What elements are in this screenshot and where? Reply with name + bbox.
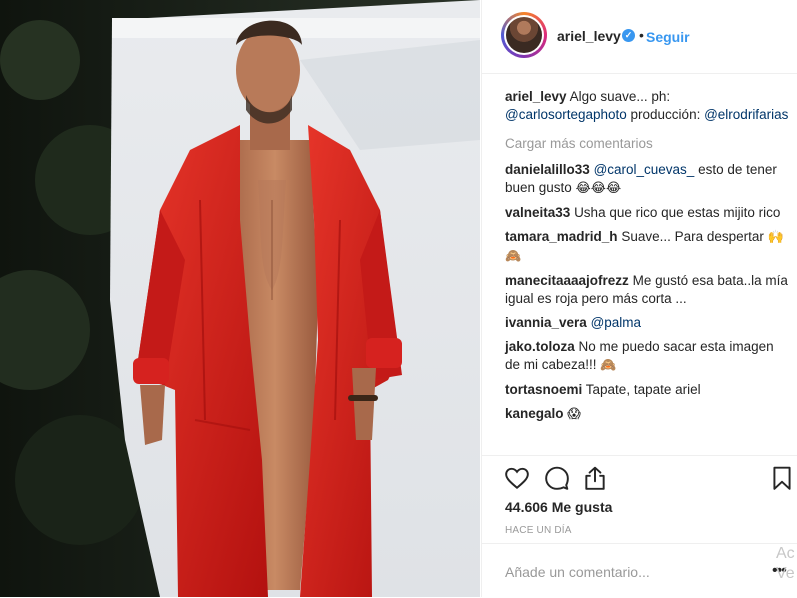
comments-list: ariel_levy Algo suave... ph: @carlosorte… — [505, 88, 790, 430]
separator-dot: • — [639, 27, 644, 43]
load-more-comments-button[interactable]: Cargar más comentarios — [505, 135, 790, 153]
post-sidebar: ariel_levy ✓ • Seguir ariel_levy Algo su… — [481, 0, 797, 597]
action-bar — [482, 455, 797, 496]
comment-username[interactable]: danielalillo33 — [505, 162, 590, 177]
post-image — [0, 0, 480, 597]
post-photo[interactable] — [0, 0, 480, 597]
caption-mention-1[interactable]: @carlosortegaphoto — [505, 107, 627, 122]
comment-username[interactable]: ivannia_vera — [505, 315, 587, 330]
list-item: manecitaaaajofrezz Me gustó esa bata..la… — [505, 272, 790, 308]
heart-icon[interactable] — [504, 465, 530, 491]
comment-username[interactable]: kanegalo — [505, 406, 564, 421]
list-item: valneita33 Usha que rico que estas mijit… — [505, 204, 790, 222]
post-timestamp[interactable]: HACE UN DÍA — [505, 525, 572, 536]
avatar[interactable] — [501, 12, 547, 58]
list-item: ivannia_vera @palma — [505, 314, 790, 332]
comment-emoji: 😂😂😂 — [575, 181, 622, 196]
comment-mention[interactable]: @carol_cuevas_ — [594, 162, 695, 177]
post-header: ariel_levy ✓ • Seguir — [482, 0, 797, 74]
caption-text: Algo suave... ph: — [569, 89, 671, 104]
comment-username[interactable]: jako.toloza — [505, 339, 575, 354]
follow-button[interactable]: Seguir — [646, 29, 690, 45]
comment-icon[interactable] — [544, 465, 570, 491]
caption-text-2: producción: — [626, 107, 701, 122]
list-item: tortasnoemi Tapate, tapate ariel — [505, 381, 790, 399]
share-icon[interactable] — [582, 465, 608, 491]
comment-username[interactable]: manecitaaaajofrezz — [505, 273, 629, 288]
post-username[interactable]: ariel_levy — [557, 28, 621, 44]
bookmark-icon[interactable] — [769, 465, 795, 491]
comment-text: Suave... Para despertar — [621, 229, 764, 244]
comment-username[interactable]: valneita33 — [505, 205, 570, 220]
caption-mention-2[interactable]: @elrodrifarias — [704, 107, 788, 122]
comment-text: Tapate, tapate ariel — [585, 382, 701, 397]
comment-text: Usha que rico que estas mijito rico — [574, 205, 781, 220]
list-item: danielalillo33 @carol_cuevas_ esto de te… — [505, 161, 790, 198]
add-comment-bar: ••• Ac Ve — [482, 543, 797, 598]
comment-input[interactable] — [505, 564, 755, 580]
comment-emoji: 😱 — [567, 407, 581, 422]
comment-username[interactable]: tamara_madrid_h — [505, 229, 618, 244]
verified-icon: ✓ — [622, 29, 635, 42]
list-item: kanegalo 😱 — [505, 405, 790, 424]
list-item: jako.toloza No me puedo sacar esta image… — [505, 338, 790, 375]
comment-username[interactable]: tortasnoemi — [505, 382, 582, 397]
comment-mention[interactable]: @palma — [591, 315, 641, 330]
activation-watermark: Ac Ve — [776, 545, 795, 582]
likes-count[interactable]: 44.606 Me gusta — [505, 499, 612, 515]
comment-emoji: 🙈 — [600, 358, 617, 373]
caption: ariel_levy Algo suave... ph: @carlosorte… — [505, 88, 790, 124]
list-item: tamara_madrid_h Suave... Para despertar … — [505, 228, 790, 266]
caption-username[interactable]: ariel_levy — [505, 89, 567, 104]
